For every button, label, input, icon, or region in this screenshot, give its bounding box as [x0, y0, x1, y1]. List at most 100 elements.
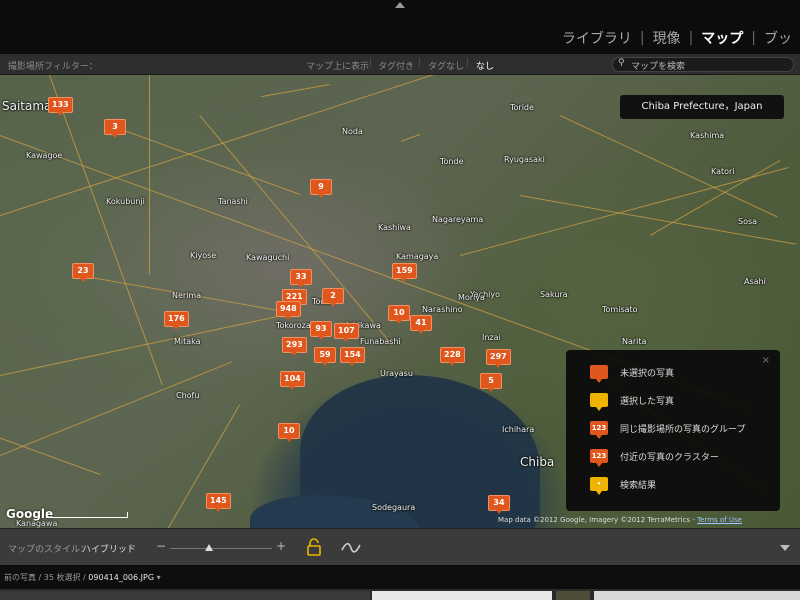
copyright-text: Map data ©2012 Google, Imagery ©2012 Ter… — [498, 516, 695, 524]
photo-cluster-marker[interactable]: 293 — [282, 337, 307, 356]
map-place-label: Narita — [622, 337, 647, 346]
map-place-label: Ryugasaki — [504, 155, 545, 164]
thumbnail[interactable] — [594, 591, 800, 600]
photo-cluster-marker[interactable]: 33 — [290, 269, 312, 288]
zoom-slider-thumb[interactable] — [204, 544, 213, 551]
photo-cluster-marker[interactable]: 34 — [488, 495, 510, 514]
current-filename[interactable]: 090414_006.JPG — [88, 573, 154, 582]
filmstrip-status: 前の写真 / 35 枚選択 / 090414_006.JPG ▾ — [4, 572, 161, 583]
map-place-label: Inzai — [482, 333, 501, 342]
zoom-slider[interactable] — [170, 548, 272, 549]
terms-of-use-link[interactable]: Terms of Use — [697, 516, 742, 524]
module-develop[interactable]: 現像 — [645, 28, 689, 48]
tracklog-icon[interactable] — [340, 538, 362, 556]
close-icon[interactable]: × — [762, 355, 770, 366]
thumbnail[interactable] — [556, 591, 590, 600]
photo-cluster-marker[interactable]: 9 — [310, 179, 332, 198]
map-place-label: Kashiwa — [378, 223, 411, 232]
map-road — [0, 312, 294, 376]
map-place-label: Tomisato — [602, 305, 638, 314]
map-search-input[interactable]: ⚲ マップを検索 — [612, 57, 794, 72]
legend-label: 付近の写真のクラスター — [620, 452, 719, 463]
photo-cluster-marker[interactable]: 41 — [410, 315, 432, 334]
map-place-label: Narashino — [422, 305, 463, 314]
map-place-label: Sakura — [540, 290, 568, 299]
map-place-label: Kashima — [690, 131, 725, 140]
legend-label: 選択した写真 — [620, 396, 675, 407]
map-road — [149, 75, 150, 275]
map-road — [460, 167, 789, 256]
thumbnail[interactable] — [0, 591, 370, 600]
map-place-label: Noda — [342, 127, 363, 136]
chevron-down-icon[interactable] — [780, 545, 790, 551]
photo-cluster-marker[interactable]: 23 — [72, 263, 94, 282]
filter-visible-on-map[interactable]: マップ上に表示 — [306, 59, 369, 72]
filter-untagged[interactable]: タグなし — [428, 59, 464, 72]
lock-icon[interactable] — [306, 538, 322, 556]
map-place-label: Chofu — [176, 391, 200, 400]
map-place-label: Nagareyama — [432, 215, 484, 224]
legend-item: • 検索結果 — [590, 474, 656, 495]
photo-cluster-marker[interactable]: 228 — [440, 347, 465, 366]
location-tooltip: Chiba Prefecture，Japan — [620, 95, 784, 119]
map-road — [0, 361, 233, 456]
map-copyright: Map data ©2012 Google, Imagery ©2012 Ter… — [498, 516, 742, 524]
photo-cluster-marker[interactable]: 59 — [314, 347, 336, 366]
map-place-label: Moriya — [458, 293, 485, 302]
photo-cluster-marker[interactable]: 104 — [280, 371, 305, 390]
map-place-label: Kamagaya — [396, 252, 439, 261]
photo-cluster-marker[interactable]: 145 — [206, 493, 231, 512]
photo-cluster-marker[interactable]: 133 — [48, 97, 73, 116]
module-library[interactable]: ライブラリ — [554, 28, 640, 48]
satellite-map[interactable]: Saitama Kawaguchi Kawagoe Kashiwa Noda Tonde R… — [0, 75, 800, 528]
map-place-label: Kokubunji — [106, 197, 145, 206]
photo-cluster-marker[interactable]: 107 — [334, 323, 359, 342]
module-book[interactable]: ブッ — [756, 28, 800, 48]
zoom-out-button[interactable]: − — [156, 539, 166, 553]
module-picker: ライブラリ | 現像 | マップ | ブッ — [554, 28, 800, 48]
filmstrip-thumbnails — [0, 589, 800, 600]
selection-count: 前の写真 / 35 枚選択 / — [4, 573, 86, 582]
map-place-label: Nerima — [172, 291, 202, 300]
map-road — [0, 405, 101, 475]
map-place-label: Saitama — [2, 99, 52, 113]
map-road — [260, 84, 330, 98]
map-style-caret[interactable]: ÷ — [128, 542, 134, 550]
thumbnail[interactable] — [372, 591, 552, 600]
legend-label: 同じ撮影場所の写真のグループ — [620, 424, 746, 435]
filter-separator: | — [466, 58, 470, 68]
map-marker-icon: 123 — [590, 449, 608, 467]
location-filter-label: 撮影場所フィルター： — [8, 62, 98, 72]
photo-cluster-marker[interactable]: 154 — [340, 347, 365, 366]
map-road — [112, 125, 301, 195]
map-place-label: Sosa — [738, 217, 758, 226]
search-icon: ⚲ — [618, 58, 625, 68]
filter-tagged[interactable]: タグ付き — [378, 59, 414, 72]
photo-cluster-marker[interactable]: 297 — [486, 349, 511, 368]
map-place-label: Ichihara — [502, 425, 535, 434]
map-scale-bar — [46, 512, 128, 518]
collapse-top-panel-icon[interactable] — [395, 2, 405, 8]
zoom-in-button[interactable]: + — [276, 539, 286, 553]
map-marker-icon — [590, 365, 608, 383]
legend-icon-text: • — [596, 480, 602, 488]
photo-cluster-marker[interactable]: 10 — [388, 305, 410, 324]
map-road — [400, 134, 420, 142]
photo-cluster-marker[interactable]: 10 — [278, 423, 300, 442]
photo-cluster-marker[interactable]: 2 — [322, 288, 344, 307]
map-place-label: Tanashi — [218, 197, 248, 206]
filename-caret[interactable]: ▾ — [157, 573, 161, 582]
map-place-label: Urayasu — [380, 369, 413, 378]
legend-icon-text: 123 — [591, 424, 607, 432]
photo-cluster-marker[interactable]: 159 — [392, 263, 417, 282]
filter-none[interactable]: なし — [476, 59, 494, 72]
photo-cluster-marker[interactable]: 5 — [480, 373, 502, 392]
photo-cluster-marker[interactable]: 176 — [164, 311, 189, 330]
photo-cluster-marker[interactable]: 93 — [310, 321, 332, 340]
module-map[interactable]: マップ — [693, 28, 751, 48]
map-place-label: Kawagoe — [26, 151, 63, 160]
map-place-label: Kiyose — [190, 251, 217, 260]
photo-cluster-marker[interactable]: 948 — [276, 301, 301, 320]
map-search-placeholder: マップを検索 — [631, 62, 686, 72]
photo-cluster-marker[interactable]: 3 — [104, 119, 126, 138]
